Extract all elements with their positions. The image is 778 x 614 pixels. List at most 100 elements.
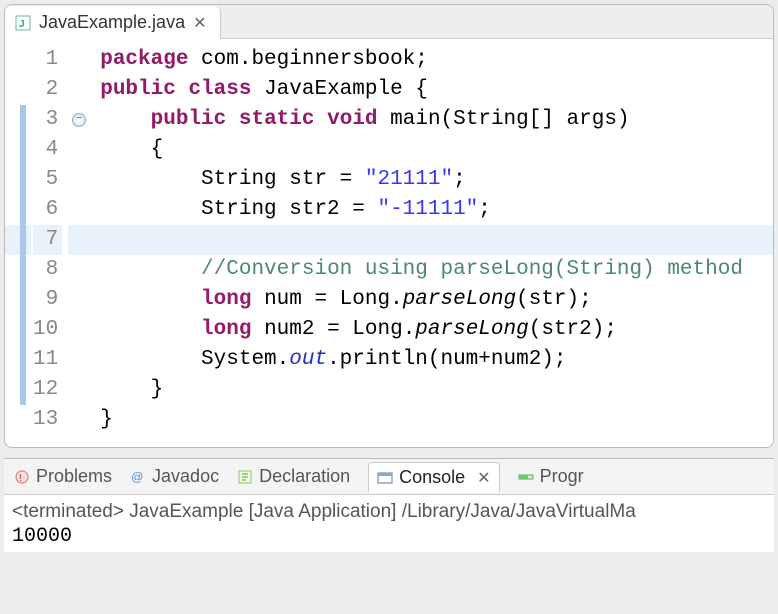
- code-line[interactable]: }: [90, 405, 773, 435]
- code-content[interactable]: package com.beginnersbook;public class J…: [90, 45, 773, 435]
- line-number[interactable]: 10: [33, 315, 62, 345]
- svg-text:!: !: [19, 473, 22, 484]
- code-line[interactable]: System.out.println(num+num2);: [90, 345, 773, 375]
- fold-cell[interactable]: [68, 375, 90, 405]
- token-pln: num = Long.: [251, 288, 402, 311]
- token-kw: public: [151, 108, 227, 131]
- fold-cell[interactable]: [68, 285, 90, 315]
- token-kw: long: [201, 318, 251, 341]
- console-output[interactable]: <terminated> JavaExample [Java Applicati…: [4, 495, 774, 552]
- svg-text:J: J: [19, 19, 25, 30]
- change-marker: [20, 285, 26, 315]
- fold-cell[interactable]: [68, 165, 90, 195]
- tab-label: Progr: [540, 466, 584, 487]
- token-pln: (str2);: [529, 318, 617, 341]
- javadoc-icon: @: [130, 469, 146, 485]
- code-line[interactable]: {: [90, 135, 773, 165]
- console-line: 10000: [12, 525, 766, 548]
- annotation-cell: [5, 255, 31, 285]
- code-line[interactable]: package com.beginnersbook;: [90, 45, 773, 75]
- fold-cell[interactable]: [68, 135, 90, 165]
- fold-cell[interactable]: [68, 345, 90, 375]
- line-number[interactable]: 7: [33, 225, 62, 255]
- token-mth: parseLong: [415, 318, 528, 341]
- annotation-cell: [5, 345, 31, 375]
- fold-cell[interactable]: −: [68, 105, 90, 135]
- line-number[interactable]: 11: [33, 345, 62, 375]
- fold-cell[interactable]: [68, 45, 90, 75]
- code-line[interactable]: }: [90, 375, 773, 405]
- tab-declaration[interactable]: Declaration: [237, 466, 350, 487]
- annotation-cell: [5, 75, 31, 105]
- code-line[interactable]: public static void main(String[] args): [90, 105, 773, 135]
- change-marker: [20, 375, 26, 405]
- code-line[interactable]: String str2 = "-11111";: [90, 195, 773, 225]
- fold-collapse-icon[interactable]: −: [72, 113, 86, 127]
- code-line[interactable]: [90, 225, 773, 255]
- token-fld: out: [289, 348, 327, 371]
- token-pln: [100, 318, 201, 341]
- declaration-icon: [237, 469, 253, 485]
- fold-cell[interactable]: [68, 225, 90, 255]
- token-kw: public: [100, 78, 176, 101]
- java-file-icon: J: [15, 15, 31, 31]
- code-line[interactable]: long num = Long.parseLong(str);: [90, 285, 773, 315]
- code-line[interactable]: //Conversion using parseLong(String) met…: [90, 255, 773, 285]
- line-number[interactable]: 8: [33, 255, 62, 285]
- svg-text:@: @: [131, 470, 143, 484]
- line-number[interactable]: 5: [33, 165, 62, 195]
- fold-cell[interactable]: [68, 255, 90, 285]
- line-number[interactable]: 1: [33, 45, 62, 75]
- token-mth: parseLong: [403, 288, 516, 311]
- fold-cell[interactable]: [68, 195, 90, 225]
- token-pln: }: [100, 378, 163, 401]
- line-number[interactable]: 9: [33, 285, 62, 315]
- token-pln: System.: [100, 348, 289, 371]
- code-line[interactable]: String str = "21111";: [90, 165, 773, 195]
- change-marker: [20, 135, 26, 165]
- line-number[interactable]: 4: [33, 135, 62, 165]
- tab-console[interactable]: Console ✕: [368, 462, 499, 493]
- code-line[interactable]: public class JavaExample {: [90, 75, 773, 105]
- token-pln: JavaExample {: [251, 78, 427, 101]
- line-number[interactable]: 6: [33, 195, 62, 225]
- token-str: "21111": [365, 168, 453, 191]
- token-pln: num2 = Long.: [251, 318, 415, 341]
- fold-cell[interactable]: [68, 75, 90, 105]
- fold-cell[interactable]: [68, 405, 90, 435]
- line-number[interactable]: 12: [33, 375, 62, 405]
- token-kw: package: [100, 48, 188, 71]
- annotation-cell: [5, 165, 31, 195]
- token-pln: main(String[] args): [378, 108, 630, 131]
- tab-problems[interactable]: ! Problems: [14, 466, 112, 487]
- problems-icon: !: [14, 469, 30, 485]
- annotation-cell: [5, 195, 31, 225]
- line-number[interactable]: 2: [33, 75, 62, 105]
- line-number[interactable]: 13: [33, 405, 62, 435]
- token-pln: String str =: [100, 168, 365, 191]
- folding-ruler[interactable]: −: [68, 45, 90, 435]
- line-gutter[interactable]: 12345678910111213: [31, 45, 68, 435]
- token-pln: com.beginnersbook;: [188, 48, 427, 71]
- token-str: "-11111": [377, 198, 478, 221]
- token-kw: static: [239, 108, 315, 131]
- change-marker: [20, 345, 26, 375]
- annotation-cell: [5, 315, 31, 345]
- fold-cell[interactable]: [68, 315, 90, 345]
- tab-javadoc[interactable]: @ Javadoc: [130, 466, 219, 487]
- annotation-ruler: [5, 45, 31, 435]
- tab-progress[interactable]: Progr: [518, 466, 584, 487]
- change-marker: [20, 105, 26, 135]
- close-icon[interactable]: ✕: [193, 13, 206, 33]
- console-icon: [377, 470, 393, 486]
- change-marker: [20, 195, 26, 225]
- close-icon[interactable]: ✕: [477, 468, 490, 488]
- editor-tab[interactable]: J JavaExample.java ✕: [5, 6, 221, 39]
- token-pln: String str2 =: [100, 198, 377, 221]
- code-line[interactable]: long num2 = Long.parseLong(str2);: [90, 315, 773, 345]
- line-number[interactable]: 3: [33, 105, 62, 135]
- token-pln: ;: [453, 168, 466, 191]
- change-marker: [20, 225, 26, 255]
- bottom-panel: ! Problems @ Javadoc Declaration Console…: [4, 458, 774, 552]
- code-editor[interactable]: 12345678910111213 − package com.beginner…: [5, 39, 773, 447]
